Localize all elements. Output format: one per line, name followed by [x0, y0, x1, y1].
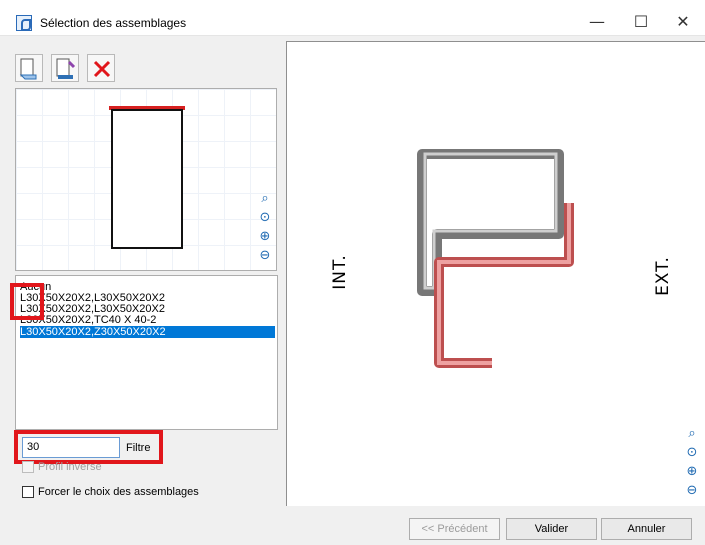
add-assembly-button[interactable] [15, 54, 43, 82]
delete-assembly-button[interactable] [87, 54, 115, 82]
force-choice-checkbox[interactable] [22, 486, 34, 498]
title-bar: Sélection des assemblages — ☐ ✕ [0, 0, 705, 36]
zoom-in-icon[interactable]: ⊕ [256, 228, 274, 246]
list-highlight-box [10, 283, 44, 320]
drawing-zoom-out-icon[interactable]: ⊖ [683, 482, 701, 500]
drawing-zoom-fit-icon[interactable]: ⌕ [683, 425, 701, 443]
zoom-window-icon[interactable]: ⊙ [256, 209, 274, 227]
force-choice-label: Forcer le choix des assemblages [38, 486, 199, 498]
list-item-selected[interactable]: L30X50X20X2,Z30X50X20X2 [20, 326, 275, 338]
edit-assembly-button[interactable] [51, 54, 79, 82]
profile-inverse-checkbox[interactable] [22, 461, 34, 473]
zoom-out-icon[interactable]: ⊖ [256, 247, 274, 265]
previous-button[interactable]: << Précédent [409, 518, 500, 540]
interior-label: INT. [329, 254, 350, 290]
close-button[interactable]: ✕ [668, 10, 698, 34]
assembly-drawing: INT. EXT. ⌕ ⊙ ⊕ ⊖ [286, 41, 705, 506]
delete-icon [93, 60, 111, 78]
window-title: Sélection des assemblages [40, 16, 187, 30]
filter-input[interactable]: 30 [22, 437, 120, 458]
maximize-button[interactable]: ☐ [626, 10, 656, 34]
assembly-preview: ⌕ ⊙ ⊕ ⊖ [15, 88, 277, 271]
validate-button[interactable]: Valider [506, 518, 597, 540]
assembly-list[interactable]: Aucun L30X50X20X2,L30X50X20X2 L30X50X20X… [15, 275, 278, 430]
cancel-button[interactable]: Annuler [601, 518, 692, 540]
zoom-fit-icon[interactable]: ⌕ [256, 190, 274, 208]
application-icon [16, 15, 32, 31]
drawing-zoom-in-icon[interactable]: ⊕ [683, 463, 701, 481]
edit-assembly-icon [56, 58, 76, 79]
minimize-button[interactable]: — [582, 10, 612, 34]
profile-section-outline [111, 109, 183, 249]
add-assembly-icon [19, 58, 37, 80]
list-item[interactable]: L30X50X20X2,TC40 X 40-2 [20, 314, 275, 326]
profile-inverse-label: Profil inverse [38, 461, 102, 473]
exterior-label: EXT. [652, 256, 673, 296]
drawing-zoom-window-icon[interactable]: ⊙ [683, 444, 701, 462]
filter-label: Filtre [126, 442, 151, 454]
